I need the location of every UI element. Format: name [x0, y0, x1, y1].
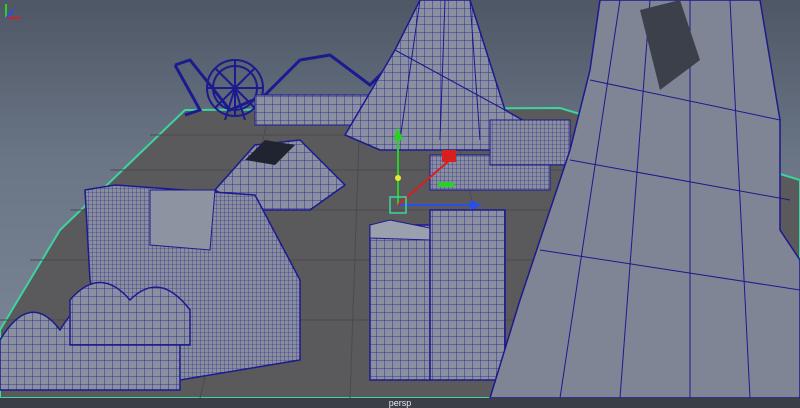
axis-indicator-icon — [5, 4, 20, 19]
tall-building[interactable] — [369, 219, 431, 381]
harbor-buildings[interactable] — [489, 119, 571, 166]
scene-canvas[interactable] — [0, 0, 800, 398]
tower-building[interactable] — [429, 209, 506, 381]
maya-viewport[interactable] — [0, 0, 800, 398]
town-rooftop[interactable] — [149, 189, 216, 251]
camera-name-label: persp — [0, 398, 800, 408]
